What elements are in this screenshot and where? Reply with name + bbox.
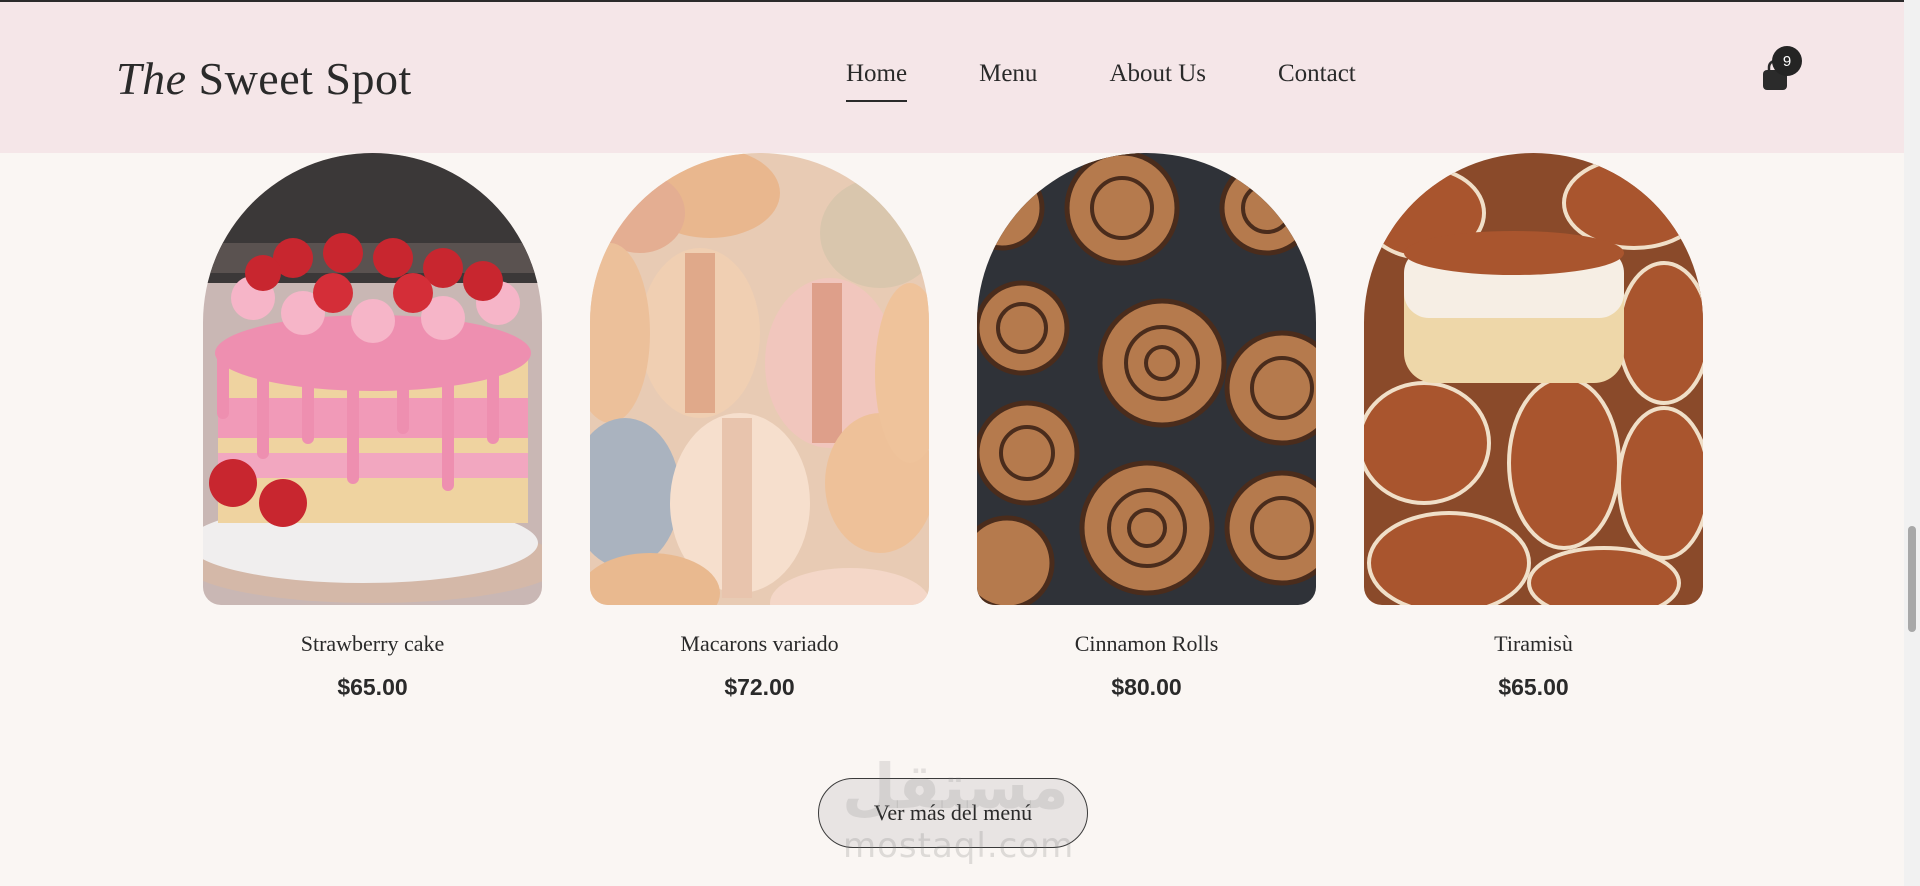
view-more-menu-button[interactable]: Ver más del menú <box>818 778 1088 848</box>
product-image-macarons <box>590 153 929 605</box>
product-card[interactable]: Macarons variado $72.00 <box>590 153 929 701</box>
nav-contact[interactable]: Contact <box>1278 60 1356 102</box>
main-nav: Home Menu About Us Contact <box>846 60 1428 102</box>
cart-count-badge: 9 <box>1772 46 1802 76</box>
product-price: $65.00 <box>337 674 408 700</box>
product-name: Strawberry cake <box>300 631 445 656</box>
nav-menu[interactable]: Menu <box>979 60 1037 102</box>
nav-about-us[interactable]: About Us <box>1109 60 1206 102</box>
product-name: Cinnamon Rolls <box>1074 631 1219 656</box>
product-image-tiramisu <box>1364 153 1703 605</box>
product-name: Macarons variado <box>680 631 839 656</box>
scrollbar-thumb[interactable] <box>1908 526 1916 632</box>
product-price: $72.00 <box>724 674 795 700</box>
site-header: The Sweet Spot Home Menu About Us Contac… <box>0 2 1904 153</box>
product-card[interactable]: Cinnamon Rolls $80.00 <box>977 153 1316 701</box>
product-grid: Strawberry cake $65.00 Macarons variado … <box>203 153 1751 701</box>
product-price: $80.00 <box>1111 674 1182 700</box>
nav-home[interactable]: Home <box>846 60 908 102</box>
product-card[interactable]: Strawberry cake $65.00 <box>203 153 542 701</box>
product-image-cinnamon-rolls <box>977 153 1316 605</box>
product-price: $65.00 <box>1498 674 1569 700</box>
product-card[interactable]: Tiramisù $65.00 <box>1364 153 1703 701</box>
scrollbar-track[interactable] <box>1904 0 1920 886</box>
product-name: Tiramisù <box>1494 631 1573 656</box>
site-logo[interactable]: The Sweet Spot <box>116 52 412 105</box>
product-image-strawberry-cake <box>203 153 542 605</box>
